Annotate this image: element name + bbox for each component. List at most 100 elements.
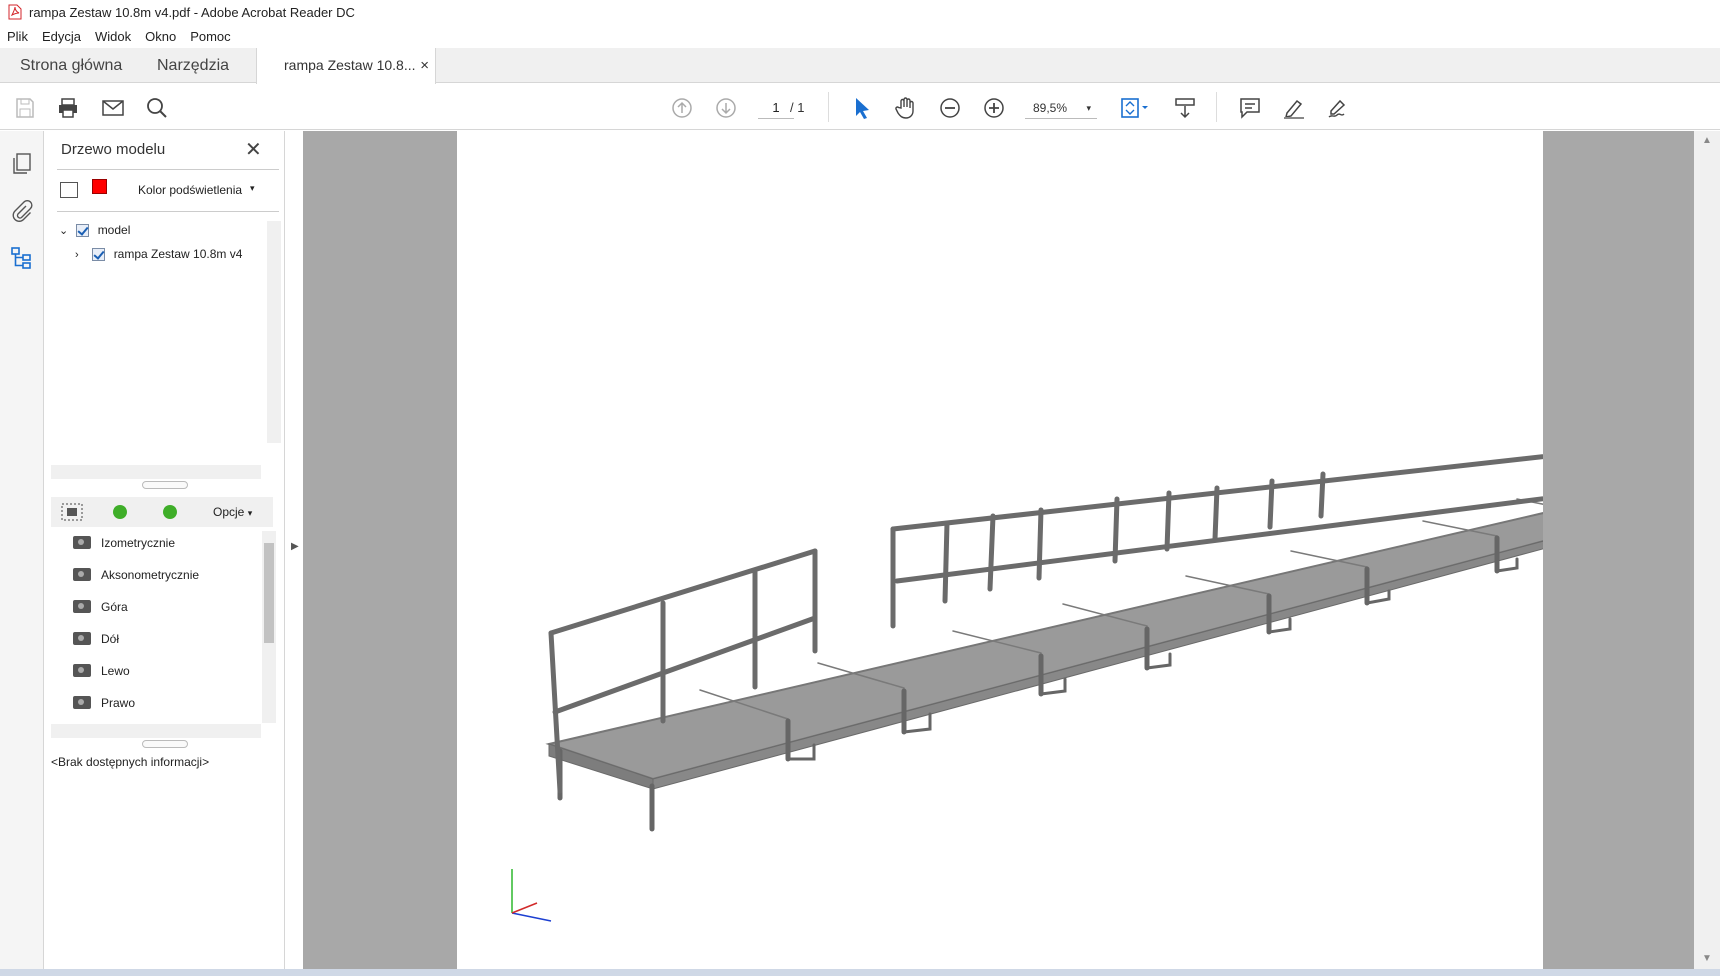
view-label: Góra [101,600,128,614]
divider [57,211,279,212]
zoom-value: 89,5% [1033,101,1068,115]
status-strip [0,969,1720,976]
email-icon[interactable] [100,95,126,121]
splitter-handle[interactable] [142,481,188,489]
checkbox[interactable] [76,224,90,238]
document-vertical-scrollbar[interactable]: ▲ ▼ [1694,131,1720,969]
chevron-down-icon[interactable]: ▾ [250,183,255,194]
sign-icon[interactable] [1325,95,1351,121]
tree-item-label: rampa Zestaw 10.8m v4 [113,247,243,261]
camera-icon [73,632,91,645]
options-label: Opcje [213,505,245,519]
tab-home[interactable]: Strona główna [0,48,142,83]
model-tree-panel: Drzewo modelu ✕ Kolor podświetlenia ▾ ⌄ … [45,131,285,969]
menu-help[interactable]: Pomoc [183,29,237,44]
tree-item-label: model [97,223,131,237]
menu-view[interactable]: Widok [88,29,138,44]
comment-icon[interactable] [1237,95,1263,121]
hand-icon[interactable] [893,95,919,121]
model-tree: ⌄ model › rampa Zestaw 10.8m v4 [55,221,281,459]
camera-icon [73,536,91,549]
tree-horizontal-scrollbar[interactable] [51,465,261,479]
tab-document[interactable]: rampa Zestaw 10.8... × [256,48,436,84]
chevron-down-icon[interactable]: ⌄ [59,222,73,240]
tree-item-model[interactable]: ⌄ model [59,221,130,239]
highlight-color-swatch[interactable] [92,179,107,194]
scroll-down-icon[interactable]: ▼ [1702,953,1712,964]
document-viewer[interactable] [303,131,1720,969]
page-number-input[interactable]: 1 [758,97,794,119]
view-item[interactable]: Aksonometrycznie [73,566,200,584]
view-label: Dół [101,632,120,646]
pdf-page[interactable] [457,131,1720,969]
main-toolbar: 1 / 1 89,5% ▾ [0,84,1720,130]
search-icon[interactable] [144,95,170,121]
list-options-icon[interactable] [60,182,78,198]
add-view-icon[interactable] [61,503,83,521]
zoom-select[interactable]: 89,5% ▾ [1025,97,1097,119]
view-item[interactable]: Prawo [73,694,136,712]
highlight-color-label[interactable]: Kolor podświetlenia [138,183,242,197]
tab-tools[interactable]: Narzędzia [137,48,249,83]
model-tree-icon[interactable] [10,246,34,270]
view-label: Prawo [101,696,136,710]
title-bar: rampa Zestaw 10.8m v4.pdf - Adobe Acroba… [0,0,1720,24]
arrow-down-icon[interactable] [713,95,739,121]
save-icon[interactable] [12,95,38,121]
view-item[interactable]: Lewo [73,662,130,680]
toolbar-divider [828,92,829,122]
splitter-handle[interactable] [142,740,188,748]
menu-bar: Plik Edycja Widok Okno Pomoc [0,24,1720,48]
window-title: rampa Zestaw 10.8m v4.pdf - Adobe Acroba… [29,4,355,20]
arrow-up-icon[interactable] [669,95,695,121]
chevron-down-icon: ▾ [247,508,253,518]
next-view-icon[interactable] [163,505,177,519]
tree-item-rampa[interactable]: › rampa Zestaw 10.8m v4 [75,245,242,263]
camera-icon [73,600,91,613]
panel-collapse-handle[interactable]: ▶ [286,131,304,969]
tab-document-label: rampa Zestaw 10.8... [284,57,416,73]
camera-icon [73,696,91,709]
tree-vertical-scrollbar[interactable] [267,221,281,443]
info-text: <Brak dostępnych informacji> [51,755,210,769]
highlight-pen-icon[interactable] [1281,95,1307,121]
view-item[interactable]: Izometrycznie [73,534,175,552]
tab-close-icon[interactable]: × [420,48,429,83]
previous-view-icon[interactable] [113,505,127,519]
view-item[interactable]: Góra [73,598,128,616]
zoom-in-icon[interactable] [981,95,1007,121]
left-rail [0,131,44,969]
view-label: Lewo [101,664,130,678]
print-icon[interactable] [55,95,81,121]
fit-page-icon[interactable] [1118,95,1152,121]
chevron-right-icon[interactable]: › [75,246,89,264]
menu-edit[interactable]: Edycja [35,29,88,44]
menu-window[interactable]: Okno [138,29,183,44]
view-item[interactable]: Dół [73,630,120,648]
views-vertical-scrollbar[interactable] [262,531,276,723]
views-horizontal-scrollbar[interactable] [51,724,261,738]
divider [57,169,279,170]
zoom-out-icon[interactable] [937,95,963,121]
attachment-icon[interactable] [10,199,34,223]
menu-file[interactable]: Plik [0,29,35,44]
toolbar-divider [1216,92,1217,122]
options-menu[interactable]: Opcje ▾ [213,505,252,519]
close-icon[interactable]: ✕ [245,137,262,162]
axis-triad [511,869,552,922]
highlight-options-row: Kolor podświetlenia ▾ [60,179,280,201]
pages-icon[interactable] [10,151,34,175]
camera-icon [73,664,91,677]
view-label: Aksonometrycznie [101,568,200,582]
scroll-thumb[interactable] [264,543,274,643]
scroll-up-icon[interactable]: ▲ [1702,135,1712,146]
panel-title: Drzewo modelu [61,141,166,158]
cursor-icon[interactable] [849,95,875,121]
tab-bar: Strona główna Narzędzia rampa Zestaw 10.… [0,48,1720,84]
checkbox[interactable] [92,248,106,262]
page-total: / 1 [790,100,805,115]
views-toolbar: Opcje ▾ [51,497,273,527]
scroll-mode-icon[interactable] [1172,95,1198,121]
pdf-app-icon [8,4,22,20]
3d-ramp-model[interactable] [457,131,1720,969]
